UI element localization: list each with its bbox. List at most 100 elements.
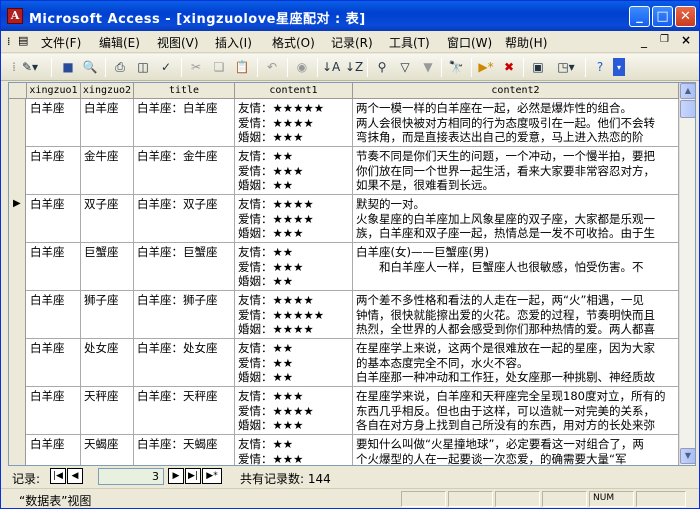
cell-content2[interactable]: 在星座学来说，白羊座和天秤座完全呈现180度对立，所有的 东西几乎相反。但也由于这… [353, 387, 679, 435]
column-header-content1[interactable]: content1 [235, 83, 353, 99]
menu-item[interactable]: 编辑(E) [99, 34, 140, 51]
cell-content2[interactable]: 在星座学上来说，这两个是很难放在一起的星座，因为大家 的基本态度完全不同，水火不容… [353, 339, 679, 387]
column-header-xingzuo2[interactable]: xingzuo2 [81, 83, 134, 99]
column-header-xingzuo1[interactable]: xingzuo1 [27, 83, 81, 99]
help-icon[interactable]: ? [591, 58, 609, 76]
cut-icon[interactable]: ✂ [187, 58, 205, 76]
cell-xingzuo1[interactable]: 白羊座 [27, 243, 81, 291]
record-selector[interactable] [9, 339, 26, 387]
sort-ascending-icon[interactable]: ↓A [321, 58, 340, 76]
cell-xingzuo2[interactable]: 白羊座 [81, 99, 134, 147]
paste-icon[interactable]: 📋 [233, 58, 251, 76]
previous-record-button[interactable]: ◀ [67, 468, 83, 484]
table-row[interactable]: 白羊座 狮子座 白羊座：狮子座 友情：★★★★ 爱情：★★★★★ 婚姻：★★★★ 两个差不多… [9, 291, 679, 339]
cell-title[interactable]: 白羊座：金牛座 [134, 147, 235, 195]
record-selector[interactable] [9, 387, 26, 435]
table-row[interactable]: 白羊座 白羊座 白羊座：白羊座 友情：★★★★★ 爱情：★★★★ 婚姻：★★★ 两个一模一样… [9, 99, 679, 147]
cell-xingzuo2[interactable]: 天蝎座 [81, 435, 134, 465]
menu-item[interactable]: 窗口(W) [447, 34, 492, 51]
menu-item[interactable]: 视图(V) [157, 34, 199, 51]
toolbar-options-icon[interactable]: ▾ [613, 58, 625, 76]
cell-title[interactable]: 白羊座：处女座 [134, 339, 235, 387]
column-header-title[interactable]: title [134, 83, 235, 99]
view-pencil-icon[interactable]: ✎▾ [15, 58, 45, 76]
last-record-button[interactable]: ▶| [185, 468, 201, 484]
cell-title[interactable]: 白羊座：巨蟹座 [134, 243, 235, 291]
menu-item[interactable]: 文件(F) [41, 34, 81, 51]
doc-minimize-button[interactable]: _ [641, 34, 647, 48]
menu-item[interactable]: 帮助(H) [505, 34, 547, 51]
cell-xingzuo2[interactable]: 双子座 [81, 195, 134, 243]
new-record-button[interactable]: ▶* [202, 468, 222, 484]
table-row[interactable]: 白羊座 天蝎座 白羊座：天蝎座 友情：★★爱情：★★★婚姻：★★要知什么叫做“火星撞地… [9, 435, 679, 465]
column-header-content2[interactable]: content2 [353, 83, 679, 99]
menu-item[interactable]: 格式(O) [272, 34, 315, 51]
hyperlink-icon[interactable]: ◉ [293, 58, 311, 76]
cell-xingzuo1[interactable]: 白羊座 [27, 147, 81, 195]
table-row[interactable]: 白羊座 处女座 白羊座：处女座 友情：★★ 爱情：★★ 婚姻：★★ 在星座学上来说，这两个是… [9, 339, 679, 387]
title-bar[interactable]: A Microsoft Access - [xingzuolove星座配对 : … [1, 1, 699, 31]
cell-xingzuo2[interactable]: 天秤座 [81, 387, 134, 435]
cell-content2[interactable]: 默契的一对。 火象星座的白羊座加上风象星座的双子座，大家都是乐观一 族，白羊座和双子… [353, 195, 679, 243]
current-record-input[interactable]: 3 [98, 468, 164, 485]
file-search-icon[interactable]: 🔍 [81, 58, 99, 76]
table-row[interactable]: ▶ 白羊座 双子座 白羊座：双子座 友情：★★★★ 爱情：★★★★ 婚姻：★★★ 默契的一对。… [9, 195, 679, 243]
cell-content1[interactable]: 友情：★★★★★ 爱情：★★★★ 婚姻：★★★ [235, 99, 353, 147]
cell-title[interactable]: 白羊座：双子座 [134, 195, 235, 243]
copy-icon[interactable]: ❏ [210, 58, 228, 76]
cell-xingzuo1[interactable]: 白羊座 [27, 195, 81, 243]
cell-content2[interactable]: 节奏不同是你们天生的问题，一个冲动，一个慢半拍，要把 你们放在同一个世界一起生活，… [353, 147, 679, 195]
minimize-button[interactable]: _ [629, 6, 650, 27]
next-record-button[interactable]: ▶ [168, 468, 184, 484]
cell-content1[interactable]: 友情：★★爱情：★★★婚姻：★★ [235, 243, 353, 291]
first-record-button[interactable]: |◀ [50, 468, 66, 484]
filter-by-form-icon[interactable]: ▽ [396, 58, 414, 76]
record-selector[interactable] [9, 291, 26, 339]
filter-by-selection-icon[interactable]: ⚲ [373, 58, 391, 76]
cell-xingzuo1[interactable]: 白羊座 [27, 291, 81, 339]
scroll-up-icon[interactable]: ▲ [680, 83, 695, 99]
cell-content2[interactable]: 两个一模一样的白羊座在一起，必然是爆炸性的组合。 两人会很快被对方相同的行为态度吸… [353, 99, 679, 147]
cell-xingzuo2[interactable]: 巨蟹座 [81, 243, 134, 291]
apply-filter-icon[interactable]: ▼ [419, 58, 437, 76]
record-selector[interactable] [9, 435, 26, 465]
access-app-icon[interactable]: A [7, 8, 23, 24]
cell-content1[interactable]: 友情：★★爱情：★★★婚姻：★★ [235, 435, 353, 465]
table-row[interactable]: 白羊座 天秤座 白羊座：天秤座 友情：★★★ 爱情：★★★★ 婚姻：★★★ 在星座学来说，白… [9, 387, 679, 435]
scroll-down-icon[interactable]: ▼ [680, 448, 695, 464]
close-button[interactable]: ✕ [675, 6, 696, 27]
cell-content1[interactable]: 友情：★★爱情：★★★婚姻：★★ [235, 147, 353, 195]
print-icon[interactable]: ⎙ [111, 58, 129, 76]
cell-xingzuo2[interactable]: 处女座 [81, 339, 134, 387]
doc-control-icon[interactable]: ▤ [18, 34, 28, 47]
doc-restore-button[interactable]: ❐ [660, 34, 669, 45]
cell-content2[interactable]: 要知什么叫做“火星撞地球”，必定要看这一对组合了，两 个火爆型的人在一起要谈一次恋… [353, 435, 679, 465]
table-row[interactable]: 白羊座 巨蟹座 白羊座：巨蟹座 友情：★★ 爱情：★★★ 婚姻：★★ 白羊座(女)——巨蟹座… [9, 243, 679, 291]
menu-item[interactable]: 记录(R) [331, 34, 373, 51]
new-record-icon[interactable]: ▶* [477, 58, 495, 76]
cell-xingzuo1[interactable]: 白羊座 [27, 99, 81, 147]
menu-item[interactable]: 插入(I) [215, 34, 252, 51]
cell-content1[interactable]: 友情：★★★★ 爱情：★★★★★ 婚姻：★★★★ [235, 291, 353, 339]
doc-close-button[interactable]: × [681, 33, 691, 47]
cell-content2[interactable]: 白羊座(女)——巨蟹座(男) 和白羊座人一样，巨蟹座人也很敏感，怕受伤害。不 [353, 243, 679, 291]
cell-title[interactable]: 白羊座：天秤座 [134, 387, 235, 435]
print-preview-icon[interactable]: ◫ [134, 58, 152, 76]
database-window-icon[interactable]: ▣ [529, 58, 547, 76]
select-all-corner[interactable] [9, 83, 27, 99]
cell-title[interactable]: 白羊座：白羊座 [134, 99, 235, 147]
undo-icon[interactable]: ↶ [263, 58, 281, 76]
record-selector[interactable] [9, 243, 26, 291]
cell-content1[interactable]: 友情：★★ 爱情：★★ 婚姻：★★ [235, 339, 353, 387]
record-selector[interactable] [9, 147, 26, 195]
cell-content1[interactable]: 友情：★★★★ 爱情：★★★★ 婚姻：★★★ [235, 195, 353, 243]
cell-title[interactable]: 白羊座：狮子座 [134, 291, 235, 339]
table-row[interactable]: 白羊座 金牛座 白羊座：金牛座 友情：★★ 爱情：★★★ 婚姻：★★ 节奏不同是你们天生的问… [9, 147, 679, 195]
record-selector[interactable] [9, 99, 26, 147]
cell-content1[interactable]: 友情：★★★ 爱情：★★★★ 婚姻：★★★ [235, 387, 353, 435]
scroll-thumb[interactable] [680, 100, 695, 118]
cell-title[interactable]: 白羊座：天蝎座 [134, 435, 235, 465]
find-icon[interactable]: 🔭 [447, 58, 465, 76]
cell-xingzuo1[interactable]: 白羊座 [27, 435, 81, 465]
menu-item[interactable]: 工具(T) [389, 34, 430, 51]
